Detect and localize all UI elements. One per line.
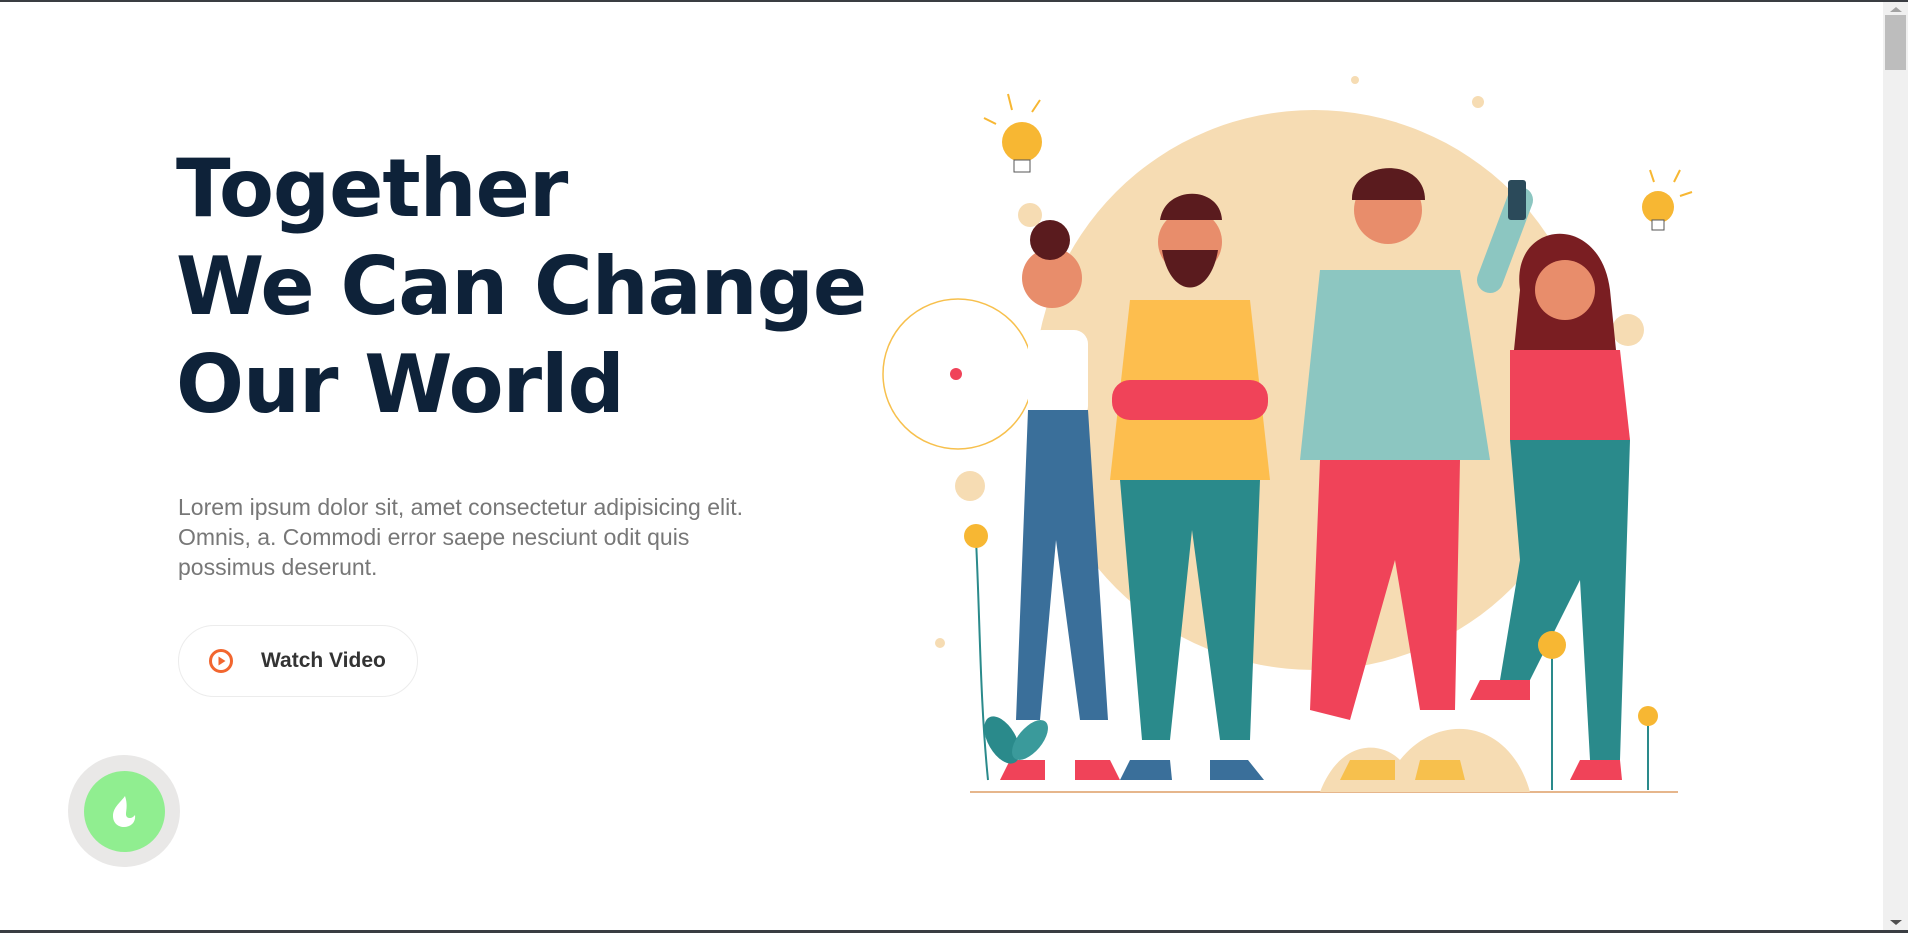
hero-title-line: Together: [176, 142, 568, 235]
decor-dot: [1018, 203, 1042, 227]
decor-dot: [1472, 96, 1484, 108]
decor-dot: [1351, 76, 1359, 84]
decor-dot: [935, 638, 945, 648]
lightbulb-icon: [983, 93, 1042, 173]
hero-title: Together We Can Change Our World: [176, 140, 867, 434]
hero-title-line: Our World: [176, 338, 625, 431]
watch-video-button[interactable]: Watch Video: [178, 625, 418, 697]
floating-action-button[interactable]: [83, 770, 165, 852]
floating-action-button-ring: [68, 755, 180, 867]
hero-description: Lorem ipsum dolor sit, amet consectetur …: [178, 494, 744, 580]
hero-title-line: We Can Change: [176, 240, 867, 333]
decor-dot: [955, 471, 985, 501]
flame-icon: [113, 796, 136, 827]
scrollbar-thumb[interactable]: [1885, 15, 1906, 70]
group-of-friends-illustration: [882, 76, 1693, 793]
red-dot: [950, 368, 962, 380]
scroll-up-arrow-icon[interactable]: [1890, 7, 1902, 12]
scroll-down-arrow-icon[interactable]: [1890, 920, 1902, 925]
decor-dot: [1612, 314, 1644, 346]
vertical-scrollbar[interactable]: [1883, 2, 1908, 930]
window-top-border: [0, 0, 1908, 2]
watch-video-label: Watch Video: [261, 649, 386, 672]
play-circle-icon: [209, 649, 233, 673]
lightbulb-icon: [1642, 169, 1693, 231]
